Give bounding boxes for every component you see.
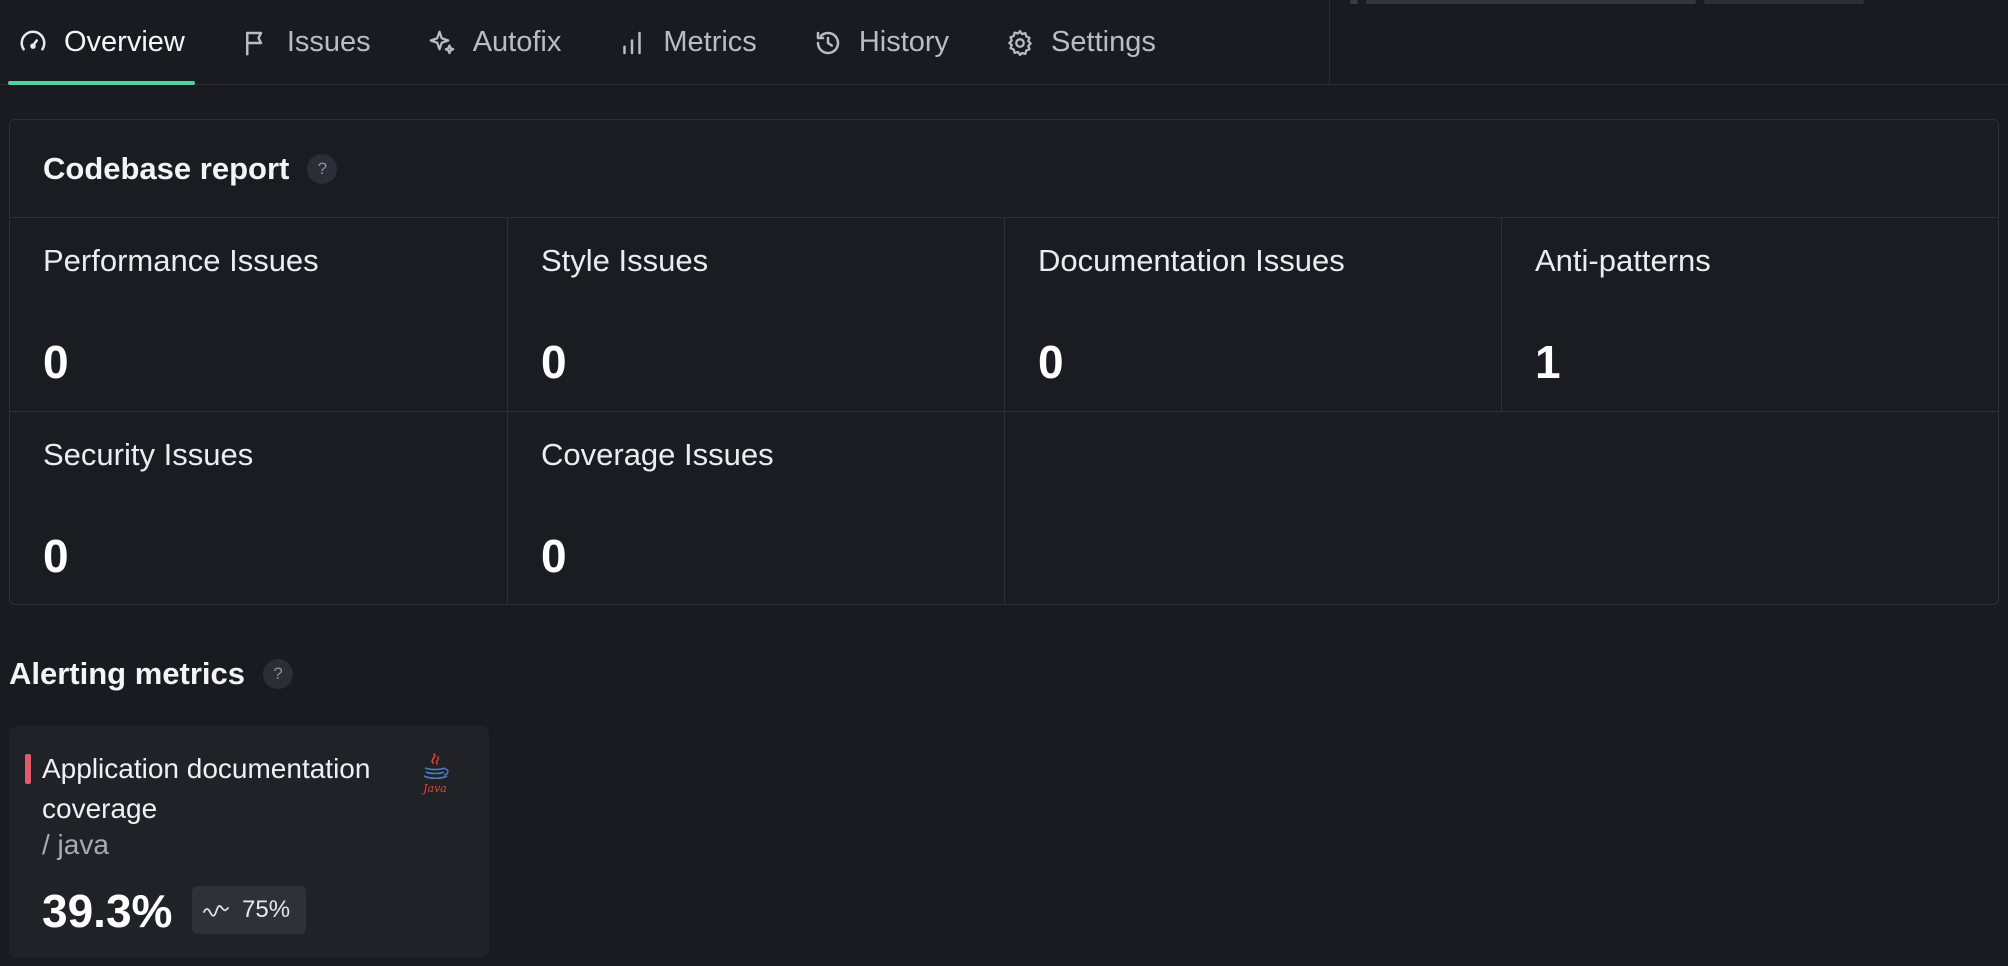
alerting-metrics-title: Alerting metrics — [9, 656, 246, 691]
history-icon — [813, 28, 843, 58]
tab-bar: Overview Issues Autofix Metrics History … — [8, 0, 1202, 85]
issue-summary-grid: Performance Issues 0 Style Issues 0 Docu… — [10, 218, 1998, 605]
style-issues-cell[interactable]: Style Issues 0 — [508, 218, 1005, 412]
security-issues-cell[interactable]: Security Issues 0 — [10, 412, 508, 605]
tab-settings[interactable]: Settings — [995, 0, 1166, 85]
codebase-report-title: Codebase report — [43, 150, 290, 186]
documentation-issues-cell[interactable]: Documentation Issues 0 — [1005, 218, 1502, 412]
help-icon[interactable]: ? — [263, 659, 294, 689]
help-icon[interactable]: ? — [307, 153, 338, 184]
threshold-value: 75% — [242, 896, 291, 923]
tab-overview[interactable]: Overview — [8, 0, 195, 85]
flag-icon — [241, 28, 271, 58]
tab-label: Autofix — [472, 26, 562, 58]
svg-text:Java: Java — [421, 782, 447, 795]
metric-value: 39.3% — [42, 885, 173, 937]
cell-value: 0 — [541, 336, 567, 388]
cell-value: 0 — [541, 530, 567, 582]
tab-label: Metrics — [663, 26, 757, 58]
tab-label: Overview — [64, 26, 185, 58]
tab-autofix[interactable]: Autofix — [417, 0, 572, 85]
codebase-report-header: Codebase report ? — [10, 120, 1998, 218]
gauge-icon — [18, 28, 48, 58]
cell-label: Performance Issues — [43, 243, 319, 278]
codebase-report-card: Codebase report ? Performance Issues 0 S… — [9, 119, 1999, 605]
cell-label: Security Issues — [43, 437, 254, 472]
cell-value: 0 — [43, 530, 69, 582]
cell-label: Anti-patterns — [1535, 243, 1711, 278]
nav-divider — [1329, 0, 1330, 85]
metric-card[interactable]: Application documentation coverage / jav… — [9, 726, 489, 958]
cell-value: 0 — [1038, 336, 1064, 388]
performance-issues-cell[interactable]: Performance Issues 0 — [10, 218, 508, 412]
empty-cell — [1005, 412, 1998, 605]
gear-icon — [1005, 28, 1035, 58]
cell-label: Documentation Issues — [1038, 243, 1345, 278]
java-logo-icon: Java — [421, 753, 449, 795]
metric-name: Application documentation coverage — [42, 753, 371, 824]
sparkles-icon — [427, 28, 457, 58]
bar-chart-icon — [617, 28, 647, 58]
tab-label: Issues — [286, 26, 371, 58]
cell-value: 0 — [43, 336, 69, 388]
tab-issues[interactable]: Issues — [231, 0, 381, 85]
metric-language: / java — [42, 829, 109, 860]
cell-label: Style Issues — [541, 243, 709, 278]
cell-value: 1 — [1535, 336, 1561, 388]
tab-label: History — [858, 26, 950, 58]
alerting-metrics-header: Alerting metrics ? — [9, 656, 294, 692]
cell-label: Coverage Issues — [541, 437, 774, 472]
tab-metrics[interactable]: Metrics — [607, 0, 766, 85]
status-indicator — [25, 754, 31, 784]
anti-patterns-cell[interactable]: Anti-patterns 1 — [1502, 218, 1998, 412]
tab-label: Settings — [1051, 26, 1156, 58]
threshold-badge[interactable]: 75% — [192, 886, 307, 934]
clipped-header-content — [1350, 0, 1910, 6]
tab-history[interactable]: History — [803, 0, 959, 85]
coverage-issues-cell[interactable]: Coverage Issues 0 — [508, 412, 1005, 605]
top-navigation: Overview Issues Autofix Metrics History … — [0, 0, 2008, 85]
trend-icon — [203, 905, 229, 917]
